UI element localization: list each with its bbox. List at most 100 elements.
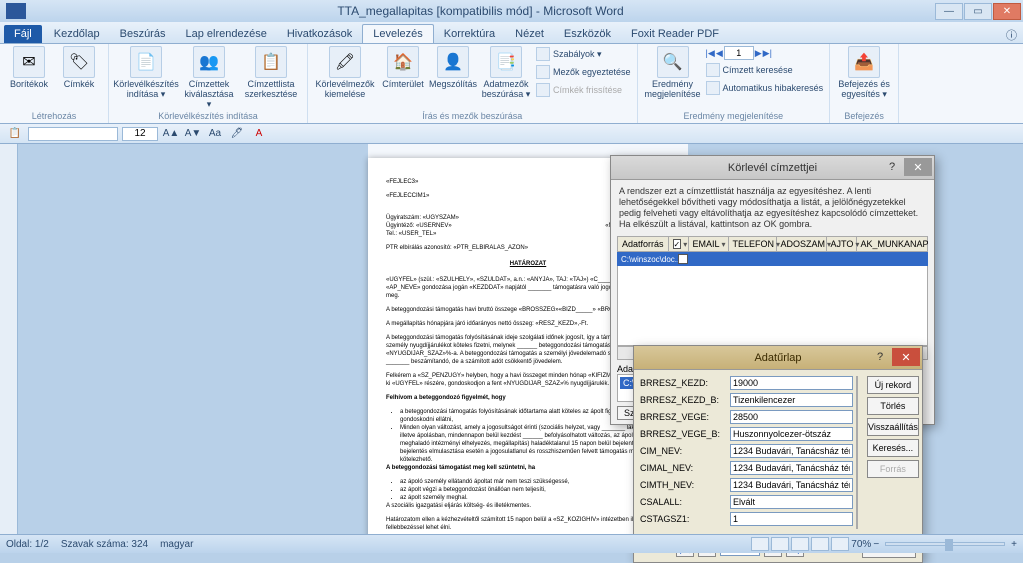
status-page[interactable]: Oldal: 1/2 — [6, 539, 49, 550]
view-outline-icon[interactable] — [811, 537, 829, 551]
f-cstagsz1-label: CSTAGSZ1: — [640, 514, 730, 524]
recipients-help-button[interactable]: ? — [882, 158, 902, 176]
col-adoszam[interactable]: ADOSZAM▾ — [777, 237, 827, 251]
font-size-combo[interactable] — [122, 127, 158, 141]
auto-check-errors-button[interactable]: Automatikus hibakeresés — [706, 80, 824, 96]
doc-ugyintezo: Ügyintéző: «USERNEV» — [386, 222, 452, 230]
tab-home[interactable]: Kezdőlap — [44, 25, 110, 43]
record-number-input[interactable] — [724, 46, 754, 60]
nav-next-button[interactable]: ▶ — [755, 47, 762, 60]
dataform-close-button[interactable]: ✕ — [892, 348, 920, 366]
col-ajto[interactable]: AJTO▾ — [827, 237, 857, 251]
recipients-selected-row[interactable]: C:\winszoc\doc... ✓ — [617, 252, 928, 266]
f-cim-nev-input[interactable] — [730, 444, 853, 458]
greeting-line-button[interactable]: 👤Megszólítás — [430, 46, 476, 89]
insert-merge-field-button[interactable]: 📑Adatmezők beszúrása ▾ — [480, 46, 532, 99]
view-print-layout-icon[interactable] — [751, 537, 769, 551]
status-language[interactable]: magyar — [160, 539, 193, 550]
style-icon[interactable]: Aa — [206, 126, 224, 142]
f-brresz-vege-b-input[interactable] — [730, 427, 853, 441]
f-cstagsz1-input[interactable] — [730, 512, 853, 526]
font-color-icon[interactable]: A — [250, 126, 268, 142]
tab-view[interactable]: Nézet — [505, 25, 554, 43]
font-combo[interactable] — [28, 127, 118, 141]
preview-results-button[interactable]: 🔍Eredmény megjelenítése — [644, 46, 702, 99]
new-record-button[interactable]: Új rekord — [867, 376, 919, 394]
f-cimal-nev-input[interactable] — [730, 461, 853, 475]
paste-icon[interactable]: 📋 — [6, 126, 24, 142]
zoom-out-button[interactable]: − — [873, 539, 879, 550]
group-start-label: Körlevélkészítés indítása — [115, 111, 301, 123]
labels-button[interactable]: 🏷Címkék — [56, 46, 102, 89]
f-brresz-kezd-b-input[interactable] — [730, 393, 853, 407]
tab-mailings[interactable]: Levelezés — [362, 24, 434, 43]
minimize-button[interactable]: — — [935, 3, 963, 20]
maximize-button[interactable]: ▭ — [964, 3, 992, 20]
view-draft-icon[interactable] — [831, 537, 849, 551]
nav-first-button[interactable]: |◀ — [706, 47, 715, 60]
doc-li5: az ápolt személy meghal. — [400, 494, 670, 502]
view-web-icon[interactable] — [791, 537, 809, 551]
f-csalall-input[interactable] — [730, 495, 853, 509]
tab-layout[interactable]: Lap elrendezése — [175, 25, 276, 43]
vertical-ruler — [0, 144, 18, 534]
f-cimth-nev-input[interactable] — [730, 478, 853, 492]
recipients-dialog-title: Körlevél címzettjei — [728, 162, 817, 174]
f-cimth-nev-label: CIMTH_NEV: — [640, 480, 730, 490]
source-button: Forrás — [867, 460, 919, 478]
update-labels-button: Címkék frissítése — [536, 82, 631, 98]
col-akmunkanap[interactable]: AK_MUNKANAP — [857, 237, 933, 251]
tab-review[interactable]: Korrektúra — [434, 25, 505, 43]
data-form-dialog: Adatűrlap ? ✕ BRRESZ_KEZD: BRRESZ_KEZD_B… — [633, 345, 923, 563]
doc-p8: Határozatom ellen a kézhezvételtől számí… — [386, 516, 670, 532]
doc-li3: az ápoló személy ellátandó ápoltat már n… — [400, 478, 670, 486]
finish-merge-button[interactable]: 📤Befejezés és egyesítés ▾ — [836, 46, 892, 99]
f-brresz-kezd-input[interactable] — [730, 376, 853, 390]
delete-record-button[interactable]: Törlés — [867, 397, 919, 415]
group-create-label: Létrehozás — [6, 111, 102, 123]
highlight-merge-button[interactable]: 🖍Körlevélmezők kiemelése — [314, 46, 376, 99]
rules-button[interactable]: Szabályok ▾ — [536, 46, 631, 62]
recipients-close-button[interactable]: ✕ — [904, 158, 932, 176]
col-email[interactable]: EMAIL▾ — [689, 237, 729, 251]
tab-references[interactable]: Hivatkozások — [277, 25, 362, 43]
col-checkbox[interactable]: ✓▾ — [669, 237, 689, 251]
envelopes-button[interactable]: ✉Borítékok — [6, 46, 52, 89]
dataform-title: Adatűrlap — [754, 352, 801, 364]
select-recipients-button[interactable]: 👥Címzettek kiválasztása ▾ — [181, 46, 237, 109]
shrink-font-icon[interactable]: A▼ — [184, 126, 202, 142]
dataform-fields: BRRESZ_KEZD: BRRESZ_KEZD_B: BRRESZ_VEGE:… — [640, 376, 853, 529]
find-button[interactable]: Keresés... — [867, 439, 919, 457]
tab-file[interactable]: Fájl — [4, 25, 42, 43]
f-brresz-vege-input[interactable] — [730, 410, 853, 424]
nav-last-button[interactable]: ▶| — [763, 47, 772, 60]
match-fields-button[interactable]: Mezők egyeztetése — [536, 64, 631, 80]
dataform-vscroll[interactable] — [856, 376, 858, 529]
recipients-grid[interactable] — [617, 266, 928, 346]
start-mailmerge-button[interactable]: 📄Körlevélkészítés indítása ▾ — [115, 46, 177, 99]
app-icon — [6, 3, 26, 19]
view-fullscreen-icon[interactable] — [771, 537, 789, 551]
col-datasource[interactable]: Adatforrás — [618, 237, 669, 251]
highlight-icon[interactable]: 🖊 — [228, 126, 246, 142]
address-block-button[interactable]: 🏠Címterület — [380, 46, 426, 89]
f-brresz-kezd-b-label: BRRESZ_KEZD_B: — [640, 395, 730, 405]
dataform-help-button[interactable]: ? — [870, 348, 890, 366]
tab-tools[interactable]: Eszközök — [554, 25, 621, 43]
tab-foxit[interactable]: Foxit Reader PDF — [621, 25, 729, 43]
edit-recipient-list-button[interactable]: 📋Címzettlista szerkesztése — [241, 46, 301, 99]
restore-button[interactable]: Visszaállítás — [867, 418, 919, 436]
close-button[interactable]: ✕ — [993, 3, 1021, 20]
doc-li4: az ápolt végzi a beteggondozást önállóan… — [400, 486, 670, 494]
col-telefon[interactable]: TELEFON▾ — [729, 237, 777, 251]
tab-insert[interactable]: Beszúrás — [110, 25, 176, 43]
status-zoom[interactable]: 70% — [851, 539, 871, 550]
zoom-in-button[interactable]: + — [1011, 539, 1017, 550]
nav-prev-button[interactable]: ◀ — [716, 47, 723, 60]
status-words[interactable]: Szavak száma: 324 — [61, 539, 148, 550]
ribbon-help-icon[interactable]: ⓘ — [1000, 27, 1023, 43]
grow-font-icon[interactable]: A▲ — [162, 126, 180, 142]
find-recipient-button[interactable]: Címzett keresése — [706, 62, 824, 78]
f-brresz-vege-b-label: BRRESZ_VEGE_B: — [640, 429, 730, 439]
zoom-slider[interactable] — [885, 542, 1005, 546]
